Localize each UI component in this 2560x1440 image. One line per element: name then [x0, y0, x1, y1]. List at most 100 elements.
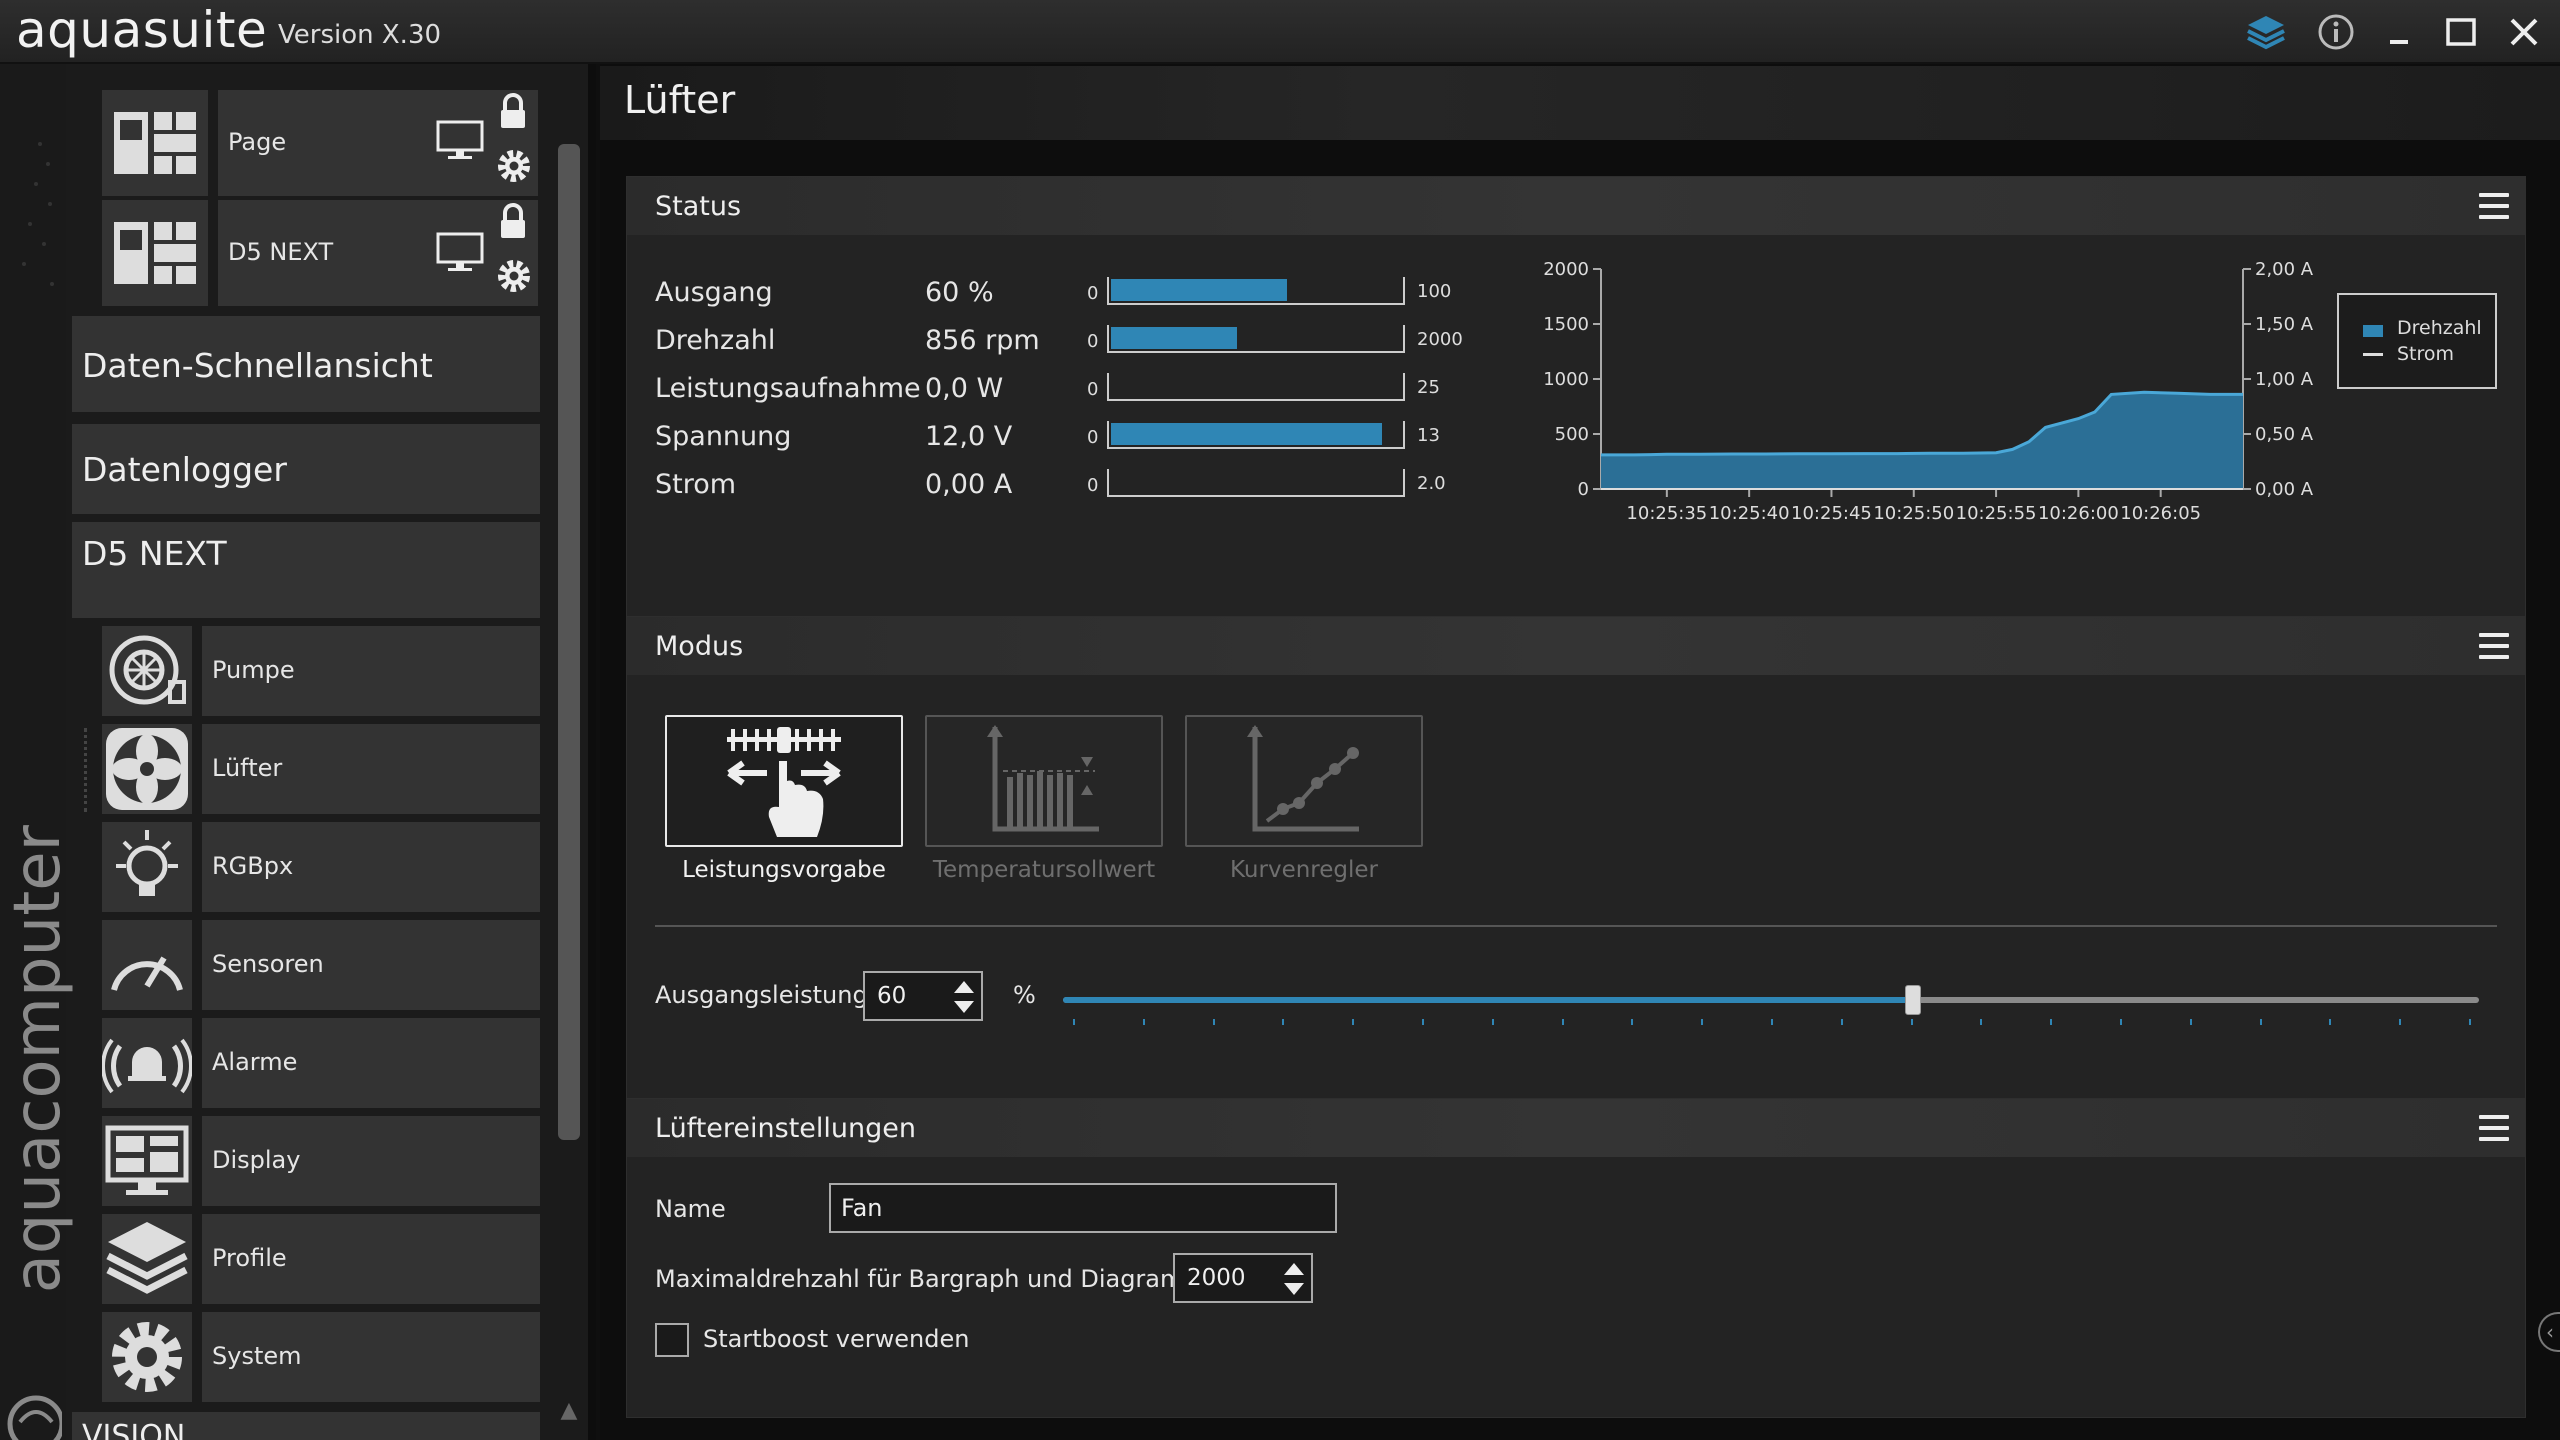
brand-wordmark: aquacomputer [1, 825, 75, 1294]
startboost-label: Startboost verwenden [703, 1325, 970, 1353]
collapse-panel-icon[interactable]: ‹ [2538, 1312, 2560, 1352]
sidebar-section-vision[interactable]: VISION [72, 1412, 540, 1440]
monitor-icon[interactable] [436, 118, 484, 162]
nav-label: Lüfter [212, 754, 283, 782]
brand-logo-icon [6, 1392, 65, 1440]
profiles-layers-icon[interactable] [2244, 10, 2288, 54]
page-tile-d5-next[interactable]: D5 NEXT [218, 200, 538, 306]
section-label: Datenlogger [82, 450, 287, 489]
sidebar-item-system[interactable]: System [202, 1312, 540, 1402]
bar-min-label: 0 [1087, 283, 1099, 304]
slider-tick [1631, 1019, 1634, 1025]
monitor-icon[interactable] [436, 230, 484, 274]
status-label: Leistungsaufnahme [655, 373, 921, 404]
monitor-icon[interactable] [102, 1116, 192, 1206]
menu-icon[interactable] [2479, 1115, 2509, 1141]
page-tile-icon[interactable] [102, 200, 208, 306]
bargraph-fill [1111, 327, 1237, 349]
x-tick-label: 10:25:35 [1626, 503, 1707, 524]
sidebar-section-d5-next[interactable]: D5 NEXT [72, 522, 540, 618]
menu-icon[interactable] [2479, 193, 2509, 219]
page-tile-page[interactable]: Page [218, 90, 538, 196]
sidebar-section-datalogger[interactable]: Datenlogger [72, 424, 540, 514]
sidebar-divider [588, 64, 596, 1440]
slider-thumb[interactable] [1905, 985, 1921, 1015]
status-bargraph [1107, 469, 1405, 497]
status-label: Spannung [655, 421, 792, 452]
bar-min-label: 0 [1087, 379, 1099, 400]
pump-icon[interactable] [102, 626, 192, 716]
startboost-checkbox[interactable] [655, 1323, 689, 1357]
page-title: Lüfter [624, 78, 736, 122]
active-indicator [84, 728, 92, 812]
lightbulb-icon[interactable] [102, 822, 192, 912]
section-label: VISION [82, 1419, 186, 1440]
gauge-icon[interactable] [102, 920, 192, 1010]
sidebar-scrollbar[interactable] [558, 144, 580, 1140]
mode-temperature-setpoint-button[interactable] [925, 715, 1163, 847]
legend-swatch [2363, 353, 2383, 356]
bell-icon[interactable] [101, 1018, 193, 1108]
menu-icon[interactable] [2479, 633, 2509, 659]
nav-label: Sensoren [212, 950, 324, 978]
page-tile-icon[interactable] [102, 90, 208, 196]
slider-tick [1282, 1019, 1285, 1025]
bargraph-fill [1111, 423, 1382, 445]
sidebar-item-display[interactable]: Display [202, 1116, 540, 1206]
minimize-button[interactable] [2376, 10, 2420, 54]
output-unit: % [1013, 981, 1036, 1009]
slider-tick [2050, 1019, 2053, 1025]
mode-curve-controller-button[interactable] [1185, 715, 1423, 847]
status-value: 856 rpm [925, 325, 1040, 356]
sidebar-item-alarme[interactable]: Alarme [202, 1018, 540, 1108]
slider-tick [2259, 1019, 2262, 1025]
y-tick-label-right: 1,00 A [2255, 369, 2314, 390]
nav-label: Pumpe [212, 656, 295, 684]
fan-icon[interactable] [102, 724, 192, 814]
bar-max-label: 25 [1417, 377, 1440, 398]
layers-icon[interactable] [102, 1214, 192, 1304]
fan-name-input[interactable] [829, 1183, 1337, 1233]
output-power-stepper[interactable] [949, 975, 979, 1019]
app-window: aquasuite Version X.30 aquacomputer Page… [0, 0, 2560, 1440]
dotted-ornament-icon [22, 142, 54, 286]
sidebar-item-profile[interactable]: Profile [202, 1214, 540, 1304]
mode-label: Temperatursollwert [932, 857, 1156, 883]
status-value: 60 % [925, 277, 994, 308]
sidebar-item-pumpe[interactable]: Pumpe [202, 626, 540, 716]
status-value: 0,0 W [925, 373, 1004, 404]
gear-icon[interactable] [494, 146, 534, 186]
close-button[interactable] [2502, 10, 2546, 54]
bar-max-label: 2.0 [1417, 473, 1446, 494]
sidebar-item-luefter[interactable]: Lüfter [202, 724, 540, 814]
sidebar-item-rgbpx[interactable]: RGBpx [202, 822, 540, 912]
info-icon[interactable] [2314, 10, 2358, 54]
legend-label: Drehzahl [2397, 317, 2482, 339]
sidebar-item-sensoren[interactable]: Sensoren [202, 920, 540, 1010]
bar-max-label: 2000 [1417, 329, 1463, 350]
slider-fill [1063, 997, 1913, 1003]
modus-panel: Modus Leistungsvorgabe Temperatursollwer… [626, 616, 2526, 1120]
legend-swatch [2363, 325, 2383, 337]
gear-icon[interactable] [102, 1312, 192, 1402]
y-tick-label-left: 2000 [1543, 259, 1589, 280]
mode-label: Leistungsvorgabe [682, 857, 886, 883]
maximize-button[interactable] [2438, 10, 2482, 54]
main-content: Lüfter Status Ausgang 60 % 0 100 Drehzahl 856… [600, 64, 2560, 1440]
mode-power-preset-button[interactable] [665, 715, 903, 847]
x-tick-label: 10:25:50 [1873, 503, 1954, 524]
max-rpm-stepper[interactable] [1279, 1257, 1309, 1301]
sidebar-section-data-quickview[interactable]: Daten-Schnellansicht [72, 316, 540, 412]
lock-icon[interactable] [496, 92, 530, 132]
y-tick-label-right: 0,00 A [2255, 479, 2314, 500]
section-label: Daten-Schnellansicht [82, 346, 433, 385]
legend-label: Strom [2397, 343, 2455, 365]
gear-icon[interactable] [494, 256, 534, 296]
slider-hand-icon [727, 727, 841, 837]
lock-icon[interactable] [496, 202, 530, 242]
history-chart: 0 500 1000 1500 2000 0,00 A 0,50 A 1,00 A 1,50 A… [1543, 259, 2314, 524]
scroll-arrow-icon[interactable]: ▲ [558, 1398, 580, 1423]
slider-tick [1561, 1019, 1564, 1025]
bar-min-label: 0 [1087, 331, 1099, 352]
output-power-slider[interactable] [1063, 979, 2479, 1029]
